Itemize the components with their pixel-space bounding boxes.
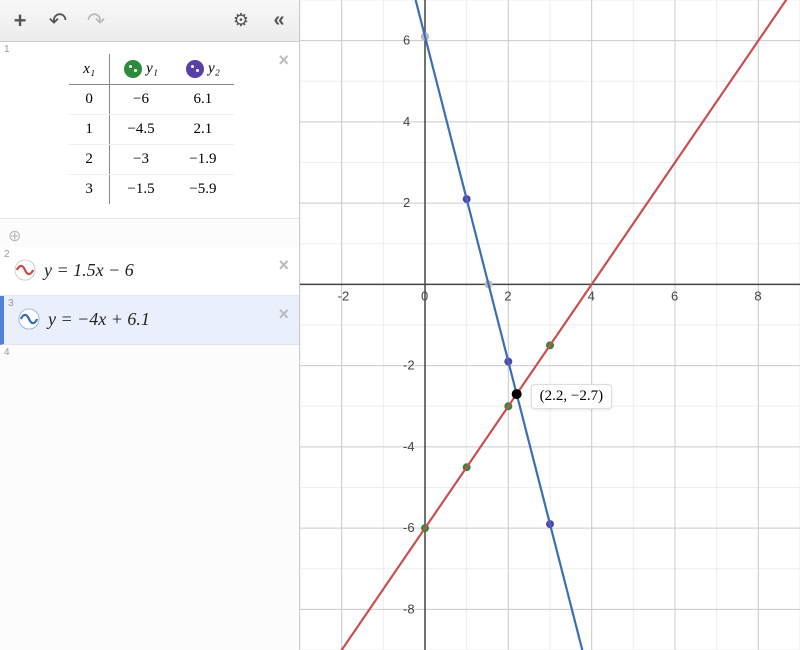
table-row[interactable]: 1−4.52.1	[69, 115, 234, 145]
toolbar: + ↶ ↷ ⚙ «	[0, 0, 299, 42]
table-header-x: x₁	[69, 54, 109, 85]
equation-text[interactable]: y = −4x + 6.1	[48, 309, 150, 330]
close-icon[interactable]: ×	[278, 50, 289, 71]
wave-icon[interactable]	[18, 308, 40, 330]
svg-text:-2: -2	[338, 288, 350, 303]
svg-text:8: 8	[754, 288, 761, 303]
svg-text:-6: -6	[403, 520, 415, 535]
svg-text:2: 2	[504, 288, 511, 303]
svg-text:4: 4	[588, 288, 595, 303]
settings-button[interactable]: ⚙	[231, 11, 251, 31]
table-header-y1: y₁	[110, 54, 172, 85]
undo-button[interactable]: ↶	[48, 11, 68, 31]
panel-index: 1	[4, 44, 10, 55]
add-expression-button[interactable]: +	[10, 11, 30, 31]
svg-text:0: 0	[421, 288, 428, 303]
purple-dot-icon[interactable]	[186, 60, 204, 78]
equation-text[interactable]: y = 1.5x − 6	[44, 260, 134, 281]
table-row[interactable]: 0−66.1	[69, 85, 234, 115]
svg-text:2: 2	[403, 195, 410, 210]
panel-index: 2	[4, 249, 10, 260]
table-panel[interactable]: 1 × x₁ y₁ y₂ 0−66.11−4.52.12−3−1.93−1.5−…	[0, 42, 299, 219]
empty-panel[interactable]: 4	[0, 345, 299, 650]
svg-text:-8: -8	[403, 601, 415, 616]
close-icon[interactable]: ×	[278, 304, 289, 325]
graph-canvas[interactable]: -2 0 2 4 6 8 -8 -6 -4 -2 2 4 6	[300, 0, 800, 650]
panel-index: 3	[8, 298, 14, 309]
expression-panel-3[interactable]: 3 × y = −4x + 6.1	[0, 296, 299, 345]
table-row[interactable]: 3−1.5−5.9	[69, 175, 234, 205]
panel-index: 4	[4, 347, 10, 358]
table-row[interactable]: 2−3−1.9	[69, 145, 234, 175]
svg-text:-4: -4	[403, 439, 415, 454]
wave-icon[interactable]	[14, 259, 36, 281]
zoom-fit-icon[interactable]: ⊕	[8, 226, 21, 246]
intersection-label: (2.2, −2.7)	[531, 384, 612, 409]
expression-panel-2[interactable]: 2 × y = 1.5x − 6	[0, 247, 299, 296]
svg-text:6: 6	[403, 33, 410, 48]
close-icon[interactable]: ×	[278, 255, 289, 276]
table-header-y2: y₂	[172, 54, 234, 85]
collapse-button[interactable]: «	[269, 11, 289, 31]
green-dot-icon[interactable]	[124, 60, 142, 78]
redo-button[interactable]: ↷	[86, 11, 106, 31]
graph-area[interactable]: -2 0 2 4 6 8 -8 -6 -4 -2 2 4 6 (2.2, −2.7)	[300, 0, 800, 650]
expression-list: + ↶ ↷ ⚙ « 1 × x₁ y₁ y₂ 0−66.11	[0, 0, 300, 650]
svg-text:6: 6	[671, 288, 678, 303]
svg-text:4: 4	[403, 114, 410, 129]
svg-text:-2: -2	[403, 358, 415, 373]
data-table[interactable]: x₁ y₁ y₂ 0−66.11−4.52.12−3−1.93−1.5−5.9	[69, 54, 234, 204]
